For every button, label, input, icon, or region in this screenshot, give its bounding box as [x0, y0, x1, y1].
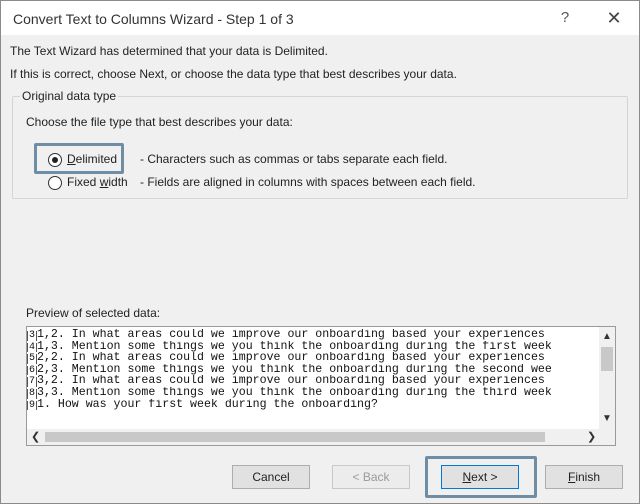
scroll-down-icon[interactable]: ▼	[599, 413, 615, 424]
scroll-up-icon[interactable]: ▲	[599, 331, 615, 342]
preview-row: 5 2,2. In what areas could we improve our…	[27, 352, 599, 364]
file-type-prompt: Choose the file type that best describes…	[26, 115, 293, 129]
scroll-right-icon[interactable]: ❯	[587, 430, 596, 443]
finish-button[interactable]: Finish	[545, 465, 623, 489]
delimited-highlight-frame	[34, 143, 124, 174]
preview-row-text: 3,2. In what areas could we improve our …	[37, 375, 545, 387]
preview-row-number: 9	[27, 399, 37, 411]
next-highlight-frame	[425, 456, 537, 498]
preview-row: 8 3,3. Mention some things we you think t…	[27, 387, 599, 399]
preview-row-number: 5	[27, 353, 37, 364]
group-title: Original data type	[20, 89, 119, 103]
preview-row-number: 7	[27, 376, 37, 387]
window-title: Convert Text to Columns Wizard - Step 1 …	[13, 11, 294, 27]
help-button[interactable]: ?	[553, 7, 577, 29]
info-detected: The Text Wizard has determined that your…	[10, 44, 328, 58]
preview-row-number: 6	[27, 364, 37, 376]
finish-mnemonic: F	[567, 470, 576, 484]
info-instruction: If this is correct, choose Next, or choo…	[10, 67, 457, 81]
preview-row-text: 1,2. In what areas could we improve our …	[37, 329, 545, 341]
vertical-scroll-thumb[interactable]	[601, 347, 613, 371]
preview-label: Preview of selected data:	[26, 306, 161, 320]
fixed-width-label[interactable]: Fixed width	[67, 175, 128, 189]
preview-lines: 3 1,2. In what areas could we improve our…	[27, 329, 599, 411]
fixed-width-radio-button[interactable]	[48, 176, 62, 190]
scrollbar-corner	[599, 429, 615, 445]
delimited-description: - Characters such as commas or tabs sepa…	[140, 152, 448, 166]
vertical-scrollbar[interactable]: ▲ ▼	[599, 327, 615, 429]
close-button[interactable]: ✕	[601, 7, 627, 29]
preview-row-text: 2,3. Mention some things we you think th…	[37, 363, 552, 376]
preview-row: 3 1,2. In what areas could we improve our…	[27, 329, 599, 341]
preview-row-number: 3	[27, 330, 37, 341]
preview-row: 9 1. How was your first week during the o…	[27, 399, 599, 411]
preview-row-text: 3,3. Mention some things we you think th…	[37, 386, 552, 399]
preview-row: 6 2,3. Mention some things we you think t…	[27, 364, 599, 376]
title-bar: Convert Text to Columns Wizard - Step 1 …	[1, 1, 639, 35]
fixed-width-mnemonic: w	[99, 175, 109, 189]
fixed-width-description: - Fields are aligned in columns with spa…	[140, 175, 476, 189]
preview-row-number: 4	[27, 341, 37, 353]
preview-row-text: 1,3. Mention some things we you think th…	[37, 340, 552, 353]
data-preview[interactable]: 3 1,2. In what areas could we improve our…	[26, 326, 616, 446]
preview-row-text: 2,2. In what areas could we improve our …	[37, 352, 545, 364]
preview-row-text: 1. How was your first week during the on…	[37, 398, 378, 411]
back-button[interactable]: < Back	[332, 465, 410, 489]
horizontal-scroll-thumb[interactable]	[45, 432, 545, 442]
preview-row-number: 8	[27, 387, 37, 399]
cancel-button[interactable]: Cancel	[232, 465, 310, 489]
preview-row: 7 3,2. In what areas could we improve our…	[27, 375, 599, 387]
horizontal-scrollbar[interactable]: ❮ ❯	[27, 429, 599, 445]
scroll-left-icon[interactable]: ❮	[31, 430, 40, 443]
preview-row: 4 1,3. Mention some things we you think t…	[27, 341, 599, 353]
